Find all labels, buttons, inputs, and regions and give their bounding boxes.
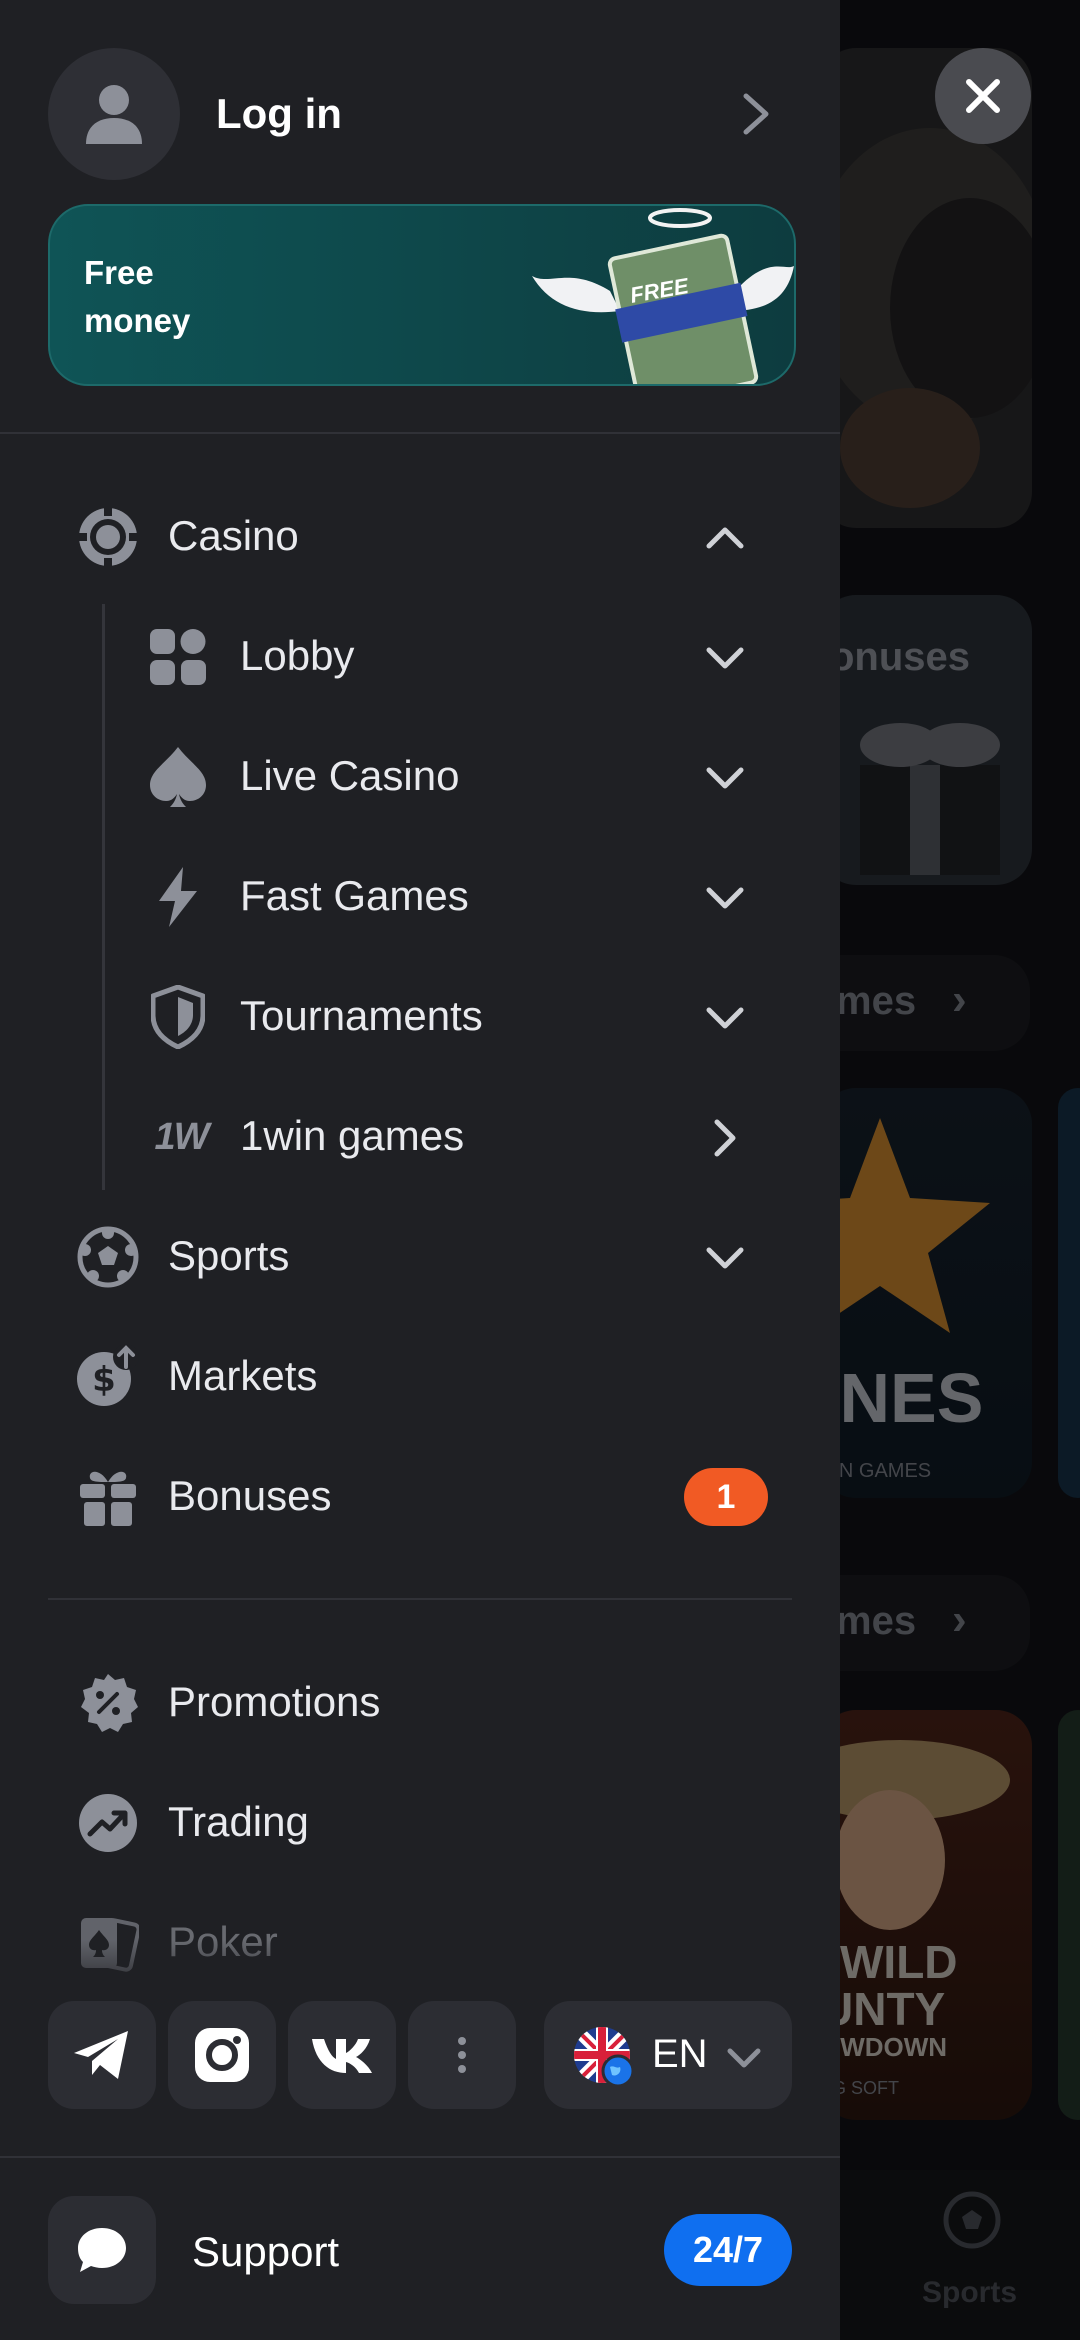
vk-icon: [312, 2039, 372, 2073]
submenu-label-fast-games: Fast Games: [240, 872, 469, 919]
language-code: EN: [652, 2032, 708, 2076]
shield-icon: [146, 985, 210, 1049]
chevron-up-icon: [706, 527, 744, 549]
submenu-label-tournaments: Tournaments: [240, 992, 483, 1039]
spade-icon: [146, 745, 210, 809]
trend-up-icon: [76, 1791, 140, 1855]
divider: [0, 432, 840, 434]
user-icon: [86, 85, 142, 144]
submenu-label-1win-games: 1win games: [240, 1112, 465, 1159]
trading-label: Trading: [168, 1798, 309, 1845]
discount-badge-icon: [76, 1671, 140, 1735]
submenu-item-live-casino[interactable]: Live Casino: [0, 722, 840, 832]
bonuses-count: 1: [716, 1477, 736, 1516]
promo-text-line2: money: [84, 302, 191, 339]
login-row[interactable]: Log in: [0, 40, 840, 190]
support-hours-badge: 24/7: [664, 2214, 792, 2286]
casino-label: Casino: [168, 512, 299, 559]
bonuses-count-badge: 1: [684, 1468, 768, 1526]
promotions-label: Promotions: [168, 1678, 381, 1725]
side-drawer: Log in Free money FREE Casino Lobby Live…: [0, 0, 840, 2340]
submenu-label-lobby: Lobby: [240, 632, 355, 679]
menu-item-markets[interactable]: $ Markets: [0, 1322, 840, 1432]
submenu-item-lobby[interactable]: Lobby: [0, 602, 840, 712]
casino-chip-icon: [76, 505, 140, 569]
onewin-logo-icon: 1W: [146, 1105, 216, 1169]
dollar-arrow-icon: $: [76, 1345, 140, 1409]
chat-bubble-icon: [78, 2228, 126, 2272]
uk-flag-icon: [574, 2027, 634, 2087]
divider: [48, 1598, 792, 1600]
menu-item-sports[interactable]: Sports: [0, 1202, 840, 1312]
support-label: Support: [192, 2228, 340, 2275]
avatar: [48, 48, 180, 180]
menu-item-promotions[interactable]: Promotions: [0, 1648, 840, 1758]
chevron-down-icon: [706, 767, 744, 789]
instagram-icon: [195, 2028, 249, 2082]
chevron-right-icon: [743, 93, 769, 135]
soccer-ball-icon: [76, 1225, 140, 1289]
menu-item-bonuses[interactable]: Bonuses 1: [0, 1442, 840, 1552]
more-vertical-icon: [458, 2037, 466, 2073]
submenu-item-1win-games[interactable]: 1W 1win games: [0, 1082, 840, 1192]
free-money-banner[interactable]: Free money FREE: [48, 204, 796, 386]
chevron-down-icon: [706, 647, 744, 669]
submenu-item-fast-games[interactable]: Fast Games: [0, 842, 840, 952]
submenu-label-live-casino: Live Casino: [240, 752, 460, 799]
support-hours: 24/7: [692, 2229, 764, 2270]
grid-icon: [146, 625, 210, 689]
sports-label: Sports: [168, 1232, 290, 1279]
submenu-item-tournaments[interactable]: Tournaments: [0, 962, 840, 1072]
chevron-down-icon: [706, 887, 744, 909]
chevron-right-icon: [714, 1119, 736, 1157]
lightning-icon: [146, 865, 210, 929]
chevron-down-icon: [706, 1247, 744, 1269]
onewin-logo-text: 1W: [154, 1115, 210, 1158]
telegram-icon: [74, 2031, 128, 2079]
telegram-button[interactable]: [48, 2001, 156, 2109]
menu-item-casino[interactable]: Casino: [0, 482, 840, 592]
login-label: Log in: [216, 90, 342, 137]
vk-button[interactable]: [288, 2001, 396, 2109]
markets-label: Markets: [168, 1352, 318, 1399]
chevron-down-icon: [727, 2048, 761, 2068]
instagram-button[interactable]: [168, 2001, 276, 2109]
menu-item-trading[interactable]: Trading: [0, 1768, 840, 1878]
svg-text:$: $: [92, 1360, 116, 1400]
close-button[interactable]: [935, 48, 1031, 144]
bonuses-label: Bonuses: [168, 1472, 332, 1519]
promo-text-line1: Free: [84, 254, 154, 291]
language-selector[interactable]: EN: [544, 2001, 792, 2109]
support-row[interactable]: Support 24/7: [0, 2196, 840, 2304]
support-icon-box: [48, 2196, 156, 2304]
divider: [0, 2156, 840, 2158]
chevron-down-icon: [706, 1007, 744, 1029]
more-button[interactable]: [408, 2001, 516, 2109]
close-icon: [966, 79, 1000, 113]
gift-icon: [76, 1465, 140, 1529]
